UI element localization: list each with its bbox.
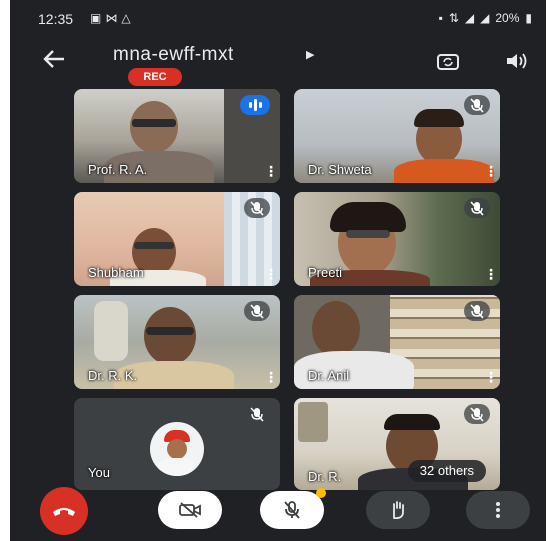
mic-toggle-button[interactable] [260, 488, 326, 529]
muted-indicator [244, 301, 270, 321]
signal-icon-2: ◢ [480, 11, 490, 25]
others-count-button[interactable]: 32 others [407, 460, 486, 482]
more-options-button[interactable] [466, 491, 530, 529]
participant-name: Shubham [88, 265, 144, 280]
participant-tile[interactable]: Dr. R. 32 others [294, 398, 500, 490]
more-options-icon[interactable]: ⋮ [264, 267, 278, 281]
participant-name: Prof. R. A. [88, 162, 148, 177]
muted-indicator [464, 404, 490, 424]
raise-hand-button[interactable] [366, 491, 430, 529]
mic-off-icon [284, 501, 300, 519]
switch-camera-button[interactable] [436, 50, 460, 72]
notification-dot [316, 488, 326, 498]
participant-name: Dr. Shweta [308, 162, 372, 177]
more-options-icon[interactable]: ⋮ [484, 267, 498, 281]
caret-right-icon[interactable]: ▶ [306, 48, 314, 61]
vibrate-icon: ▪ [438, 11, 443, 25]
mic-off-icon [470, 304, 484, 319]
participant-tile[interactable]: Dr. Shweta ⋮ [294, 89, 500, 183]
participant-tile[interactable]: Dr. R. K. ⋮ [74, 295, 280, 389]
status-bar: 12:35 ▣⋈△ ▪ ⇅ ◢ ◢ 20% ▮ [10, 0, 546, 36]
more-options-icon[interactable]: ⋮ [484, 370, 498, 384]
participant-name: You [88, 465, 110, 480]
battery-icon: ▮ [525, 11, 532, 25]
back-arrow-icon [43, 50, 64, 68]
hand-icon [393, 501, 404, 520]
mic-off-icon [250, 201, 264, 216]
more-options-icon[interactable]: ⋮ [264, 164, 278, 178]
more-options-icon[interactable]: ⋮ [484, 164, 498, 178]
participant-name: Preeti [308, 265, 342, 280]
status-time: 12:35 [38, 11, 74, 27]
participant-tile[interactable]: Prof. R. A. ⋮ [74, 89, 280, 183]
message-icon: ▣ [90, 11, 106, 25]
more-options-icon[interactable]: ⋮ [264, 370, 278, 384]
back-button[interactable] [42, 48, 70, 72]
meeting-code[interactable]: mna-ewff-mxt [113, 44, 234, 66]
phone-hangup-icon [53, 508, 75, 516]
participant-name: Dr. Anil [308, 368, 350, 383]
more-vertical-icon [496, 502, 500, 518]
mail-icon: ⋈ [105, 11, 122, 25]
end-call-button[interactable] [40, 487, 88, 535]
speaker-button[interactable] [504, 50, 528, 72]
speaker-icon [507, 53, 527, 69]
audio-level-icon [249, 99, 262, 111]
muted-indicator [464, 95, 490, 115]
participant-tile[interactable]: Shubham ⋮ [74, 192, 280, 286]
camera-off-icon [179, 502, 201, 518]
status-indicators: ▪ ⇅ ◢ ◢ 20% ▮ [439, 11, 532, 25]
recording-badge: REC [128, 68, 182, 86]
signal-icon: ◢ [464, 11, 475, 25]
mic-off-icon [470, 407, 484, 422]
mic-off-icon [470, 98, 484, 113]
muted-indicator [464, 198, 490, 218]
alert-icon: △ [121, 11, 135, 25]
muted-indicator [244, 198, 270, 218]
speaking-indicator [240, 95, 270, 115]
notification-icons: ▣⋈△ [90, 11, 135, 25]
meet-screen: 12:35 ▣⋈△ ▪ ⇅ ◢ ◢ 20% ▮ mna-ewff-mxt ▶ R… [10, 0, 546, 541]
switch-camera-icon [437, 54, 459, 70]
participant-tile[interactable]: Dr. Anil ⋮ [294, 295, 500, 389]
mic-off-icon [250, 304, 264, 319]
self-tile[interactable]: You [74, 398, 280, 490]
avatar [150, 422, 204, 476]
camera-toggle-button[interactable] [158, 491, 222, 529]
muted-indicator [464, 301, 490, 321]
participant-name: Dr. R. K. [88, 368, 138, 383]
battery-text: 20% [495, 11, 520, 25]
participant-tile[interactable]: Preeti ⋮ [294, 192, 500, 286]
network-icon: ⇅ [448, 11, 459, 25]
call-controls [10, 485, 546, 541]
mic-off-icon [250, 407, 264, 422]
participant-name: Dr. R. [308, 469, 342, 484]
mic-off-icon [470, 201, 484, 216]
muted-indicator [244, 404, 270, 424]
